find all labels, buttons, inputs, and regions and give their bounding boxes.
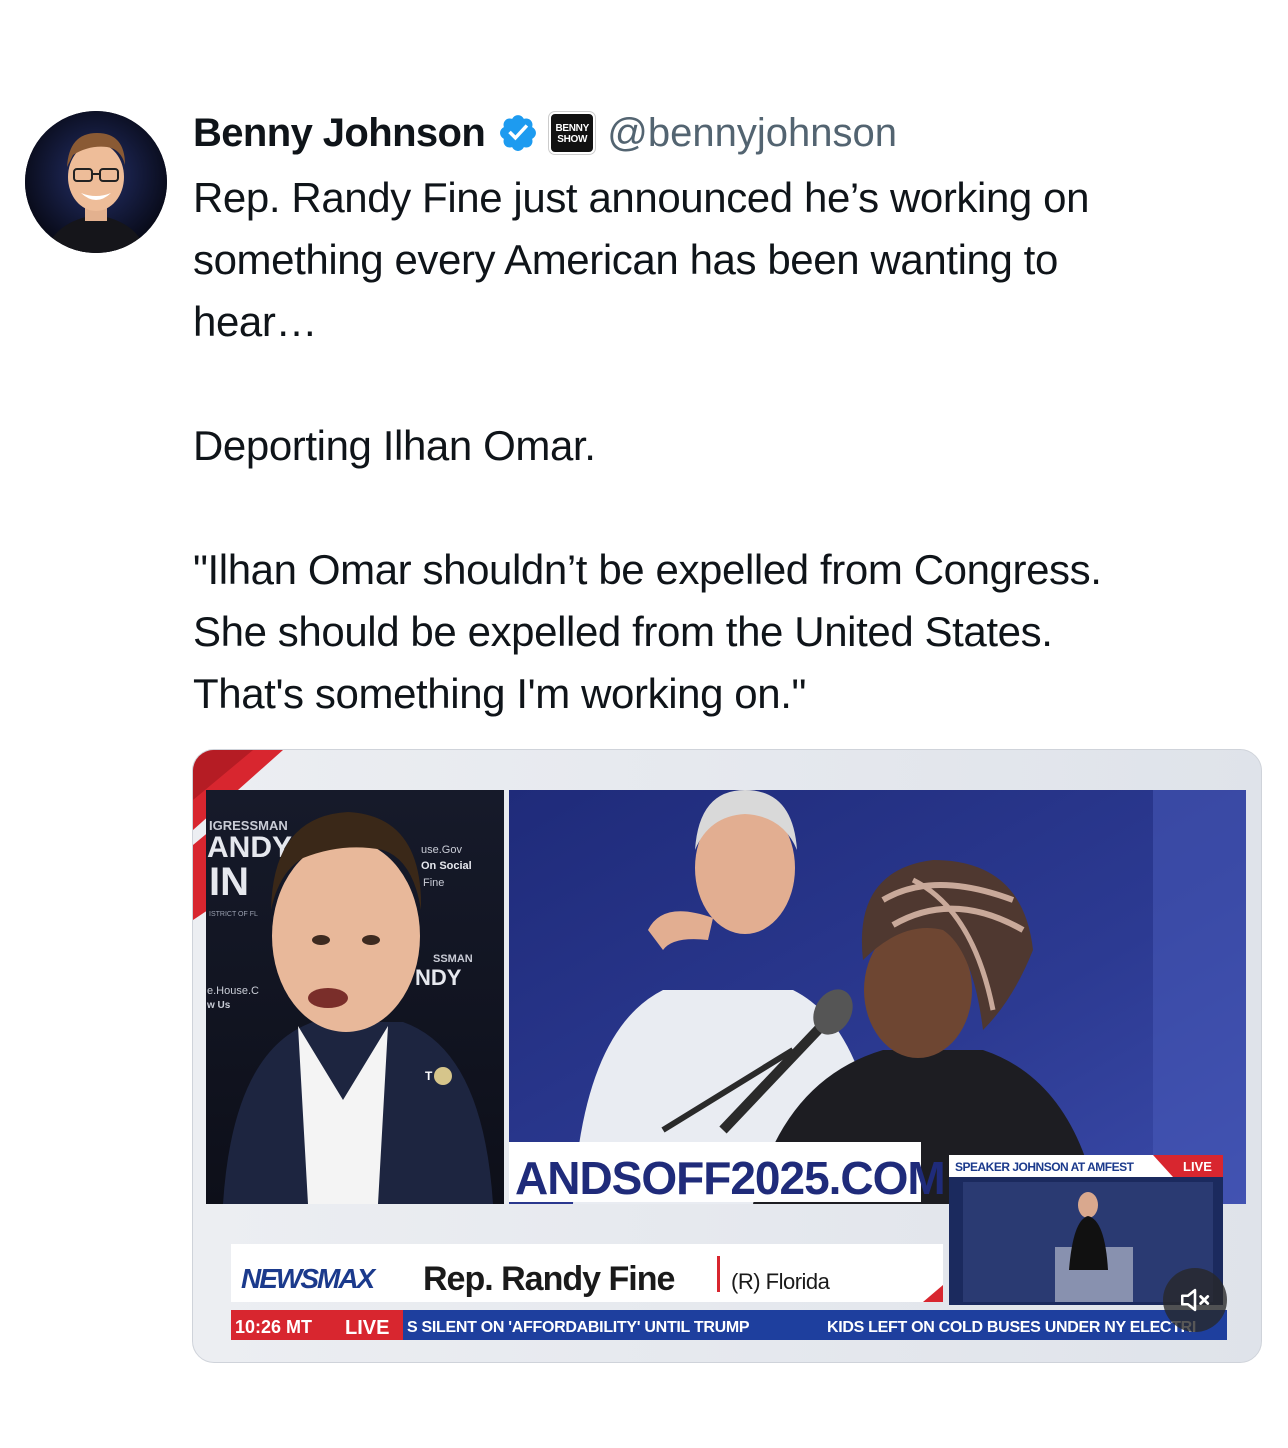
tweet-text: Rep. Randy Fine just announced he’s work… (193, 167, 1273, 725)
banner-text: ANDSOFF2025.COM (515, 1152, 945, 1204)
backdrop-text: Fine (423, 877, 444, 889)
svg-text:T: T (425, 1069, 433, 1083)
ticker-live: LIVE (345, 1317, 389, 1339)
tweet-header: Benny Johnson BENNY SHOW @bennyjohnson (193, 108, 897, 158)
backdrop-text: SSMAN (433, 953, 473, 965)
backdrop-text: IN (209, 860, 249, 904)
backdrop-text: w Us (206, 1000, 231, 1011)
tweet-video[interactable]: IGRESSMAN ANDY IN ISTRICT OF FL use.Gov … (192, 749, 1262, 1363)
mute-button[interactable] (1163, 1268, 1227, 1332)
ticker-time: 10:26 MT (235, 1317, 312, 1337)
backdrop-text: On Social (421, 860, 472, 872)
newsmax-logo: NEWSMAX (241, 1263, 378, 1294)
lower-third-party: (R) Florida (731, 1269, 831, 1294)
person-face (272, 840, 420, 1032)
ticker-item: KIDS LEFT ON COLD BUSES UNDER NY ELECTRI (827, 1319, 1196, 1336)
video-frame: IGRESSMAN ANDY IN ISTRICT OF FL use.Gov … (193, 750, 1261, 1362)
backdrop-text: use.Gov (421, 844, 462, 856)
author-handle[interactable]: @bennyjohnson (607, 111, 897, 156)
lower-third-name: Rep. Randy Fine (423, 1260, 674, 1298)
tweet-line: Rep. Randy Fine just announced he’s work… (193, 174, 1090, 221)
verified-badge-icon[interactable] (497, 112, 539, 154)
pip-live-badge: LIVE (1183, 1159, 1212, 1174)
backdrop-text: NDY (415, 965, 462, 990)
affiliation-badge-line2: SHOW (557, 134, 588, 145)
pip-title: SPEAKER JOHNSON AT AMFEST (955, 1160, 1135, 1174)
author-name[interactable]: Benny Johnson (193, 111, 486, 156)
tweet-line: something every American has been wantin… (193, 236, 1058, 283)
ticker-item: S SILENT ON 'AFFORDABILITY' UNTIL TRUMP (407, 1319, 750, 1336)
tweet-line: "Ilhan Omar shouldn’t be expelled from C… (193, 546, 1102, 593)
tweet-line: hear… (193, 298, 318, 345)
affiliation-badge-line1: BENNY (555, 123, 589, 134)
tweet-line: That's something I'm working on." (193, 670, 807, 717)
tweet-line: Deporting Ilhan Omar. (193, 422, 596, 469)
backdrop-text: e.House.C (207, 985, 259, 997)
speaker-muted-icon (1180, 1288, 1210, 1312)
author-avatar[interactable] (25, 111, 167, 253)
tweet-line: She should be expelled from the United S… (193, 608, 1053, 655)
avatar-image (25, 111, 167, 253)
affiliation-badge-icon[interactable]: BENNY SHOW (548, 111, 597, 155)
backdrop-text: ISTRICT OF FL (209, 911, 258, 918)
